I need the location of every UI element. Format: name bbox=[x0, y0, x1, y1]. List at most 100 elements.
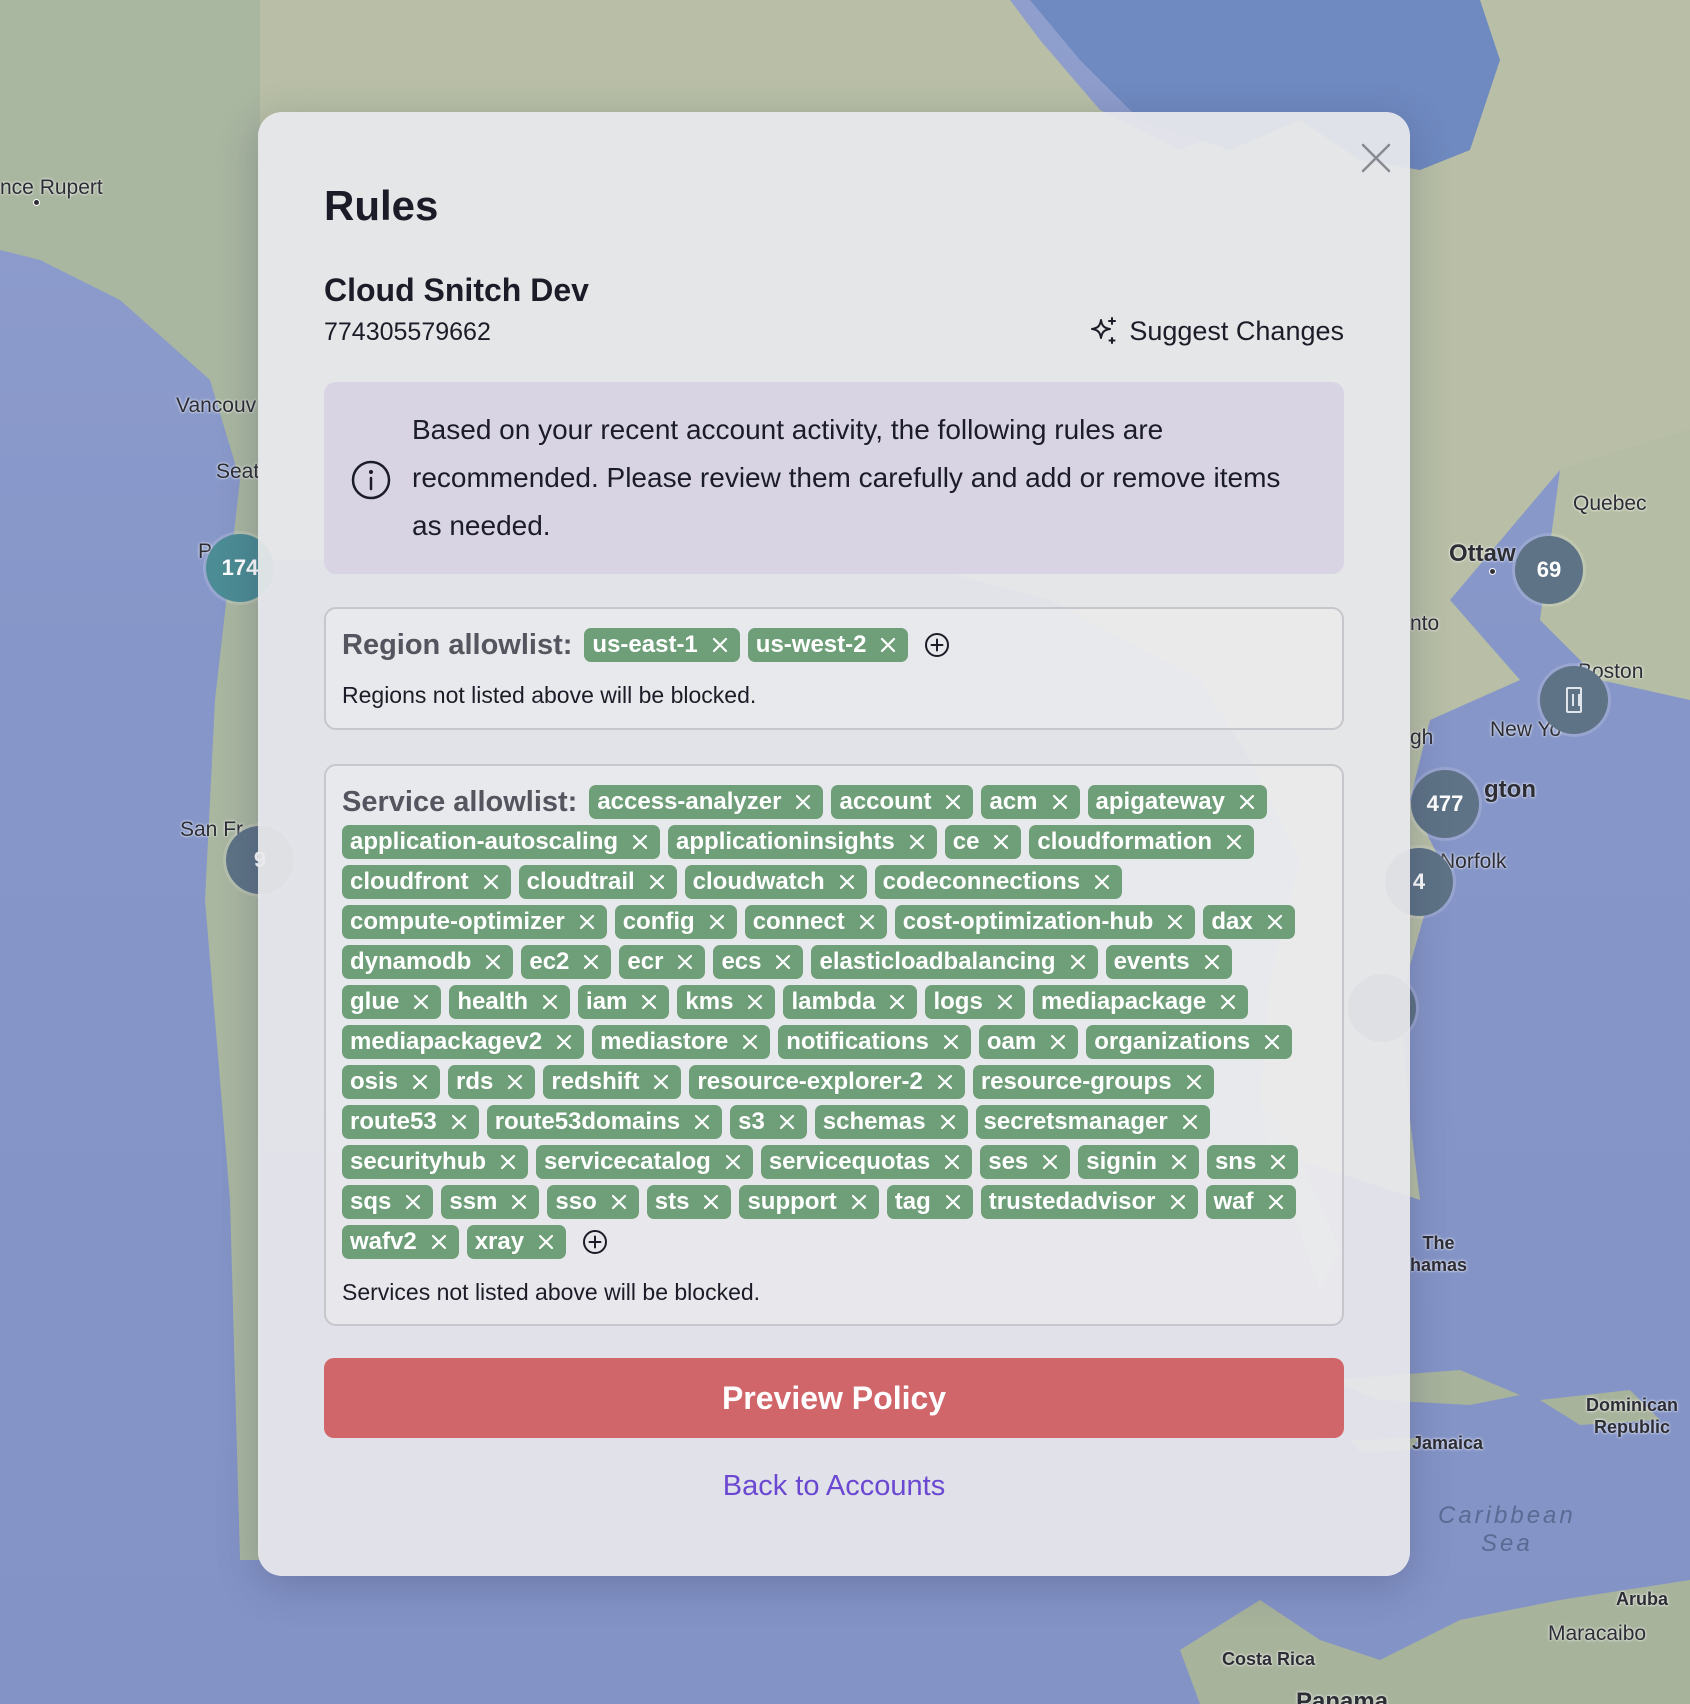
x-icon[interactable] bbox=[943, 1192, 963, 1212]
service-chip: ce bbox=[944, 825, 1022, 859]
x-icon[interactable] bbox=[536, 1232, 556, 1252]
x-icon[interactable] bbox=[793, 792, 813, 812]
service-chip: glue bbox=[342, 985, 442, 1019]
x-icon[interactable] bbox=[1068, 952, 1088, 972]
x-icon[interactable] bbox=[723, 1152, 743, 1172]
x-icon[interactable] bbox=[1237, 792, 1257, 812]
x-icon[interactable] bbox=[1265, 912, 1285, 932]
x-icon[interactable] bbox=[498, 1152, 518, 1172]
x-icon[interactable] bbox=[777, 1112, 797, 1132]
x-icon[interactable] bbox=[941, 1032, 961, 1052]
service-chip: servicequotas bbox=[760, 1145, 973, 1179]
x-icon[interactable] bbox=[907, 832, 927, 852]
plus-circle-icon[interactable] bbox=[580, 1227, 610, 1257]
preview-policy-button[interactable]: Preview Policy bbox=[324, 1358, 1344, 1438]
x-icon[interactable] bbox=[991, 832, 1011, 852]
x-icon[interactable] bbox=[639, 992, 659, 1012]
x-icon[interactable] bbox=[938, 1112, 958, 1132]
service-chip-label: rds bbox=[456, 1068, 494, 1095]
plus-circle-icon[interactable] bbox=[922, 630, 952, 660]
service-chip: s3 bbox=[730, 1105, 807, 1139]
region-allowlist-panel: Region allowlist: us-east-1 us-west-2 Reg… bbox=[324, 607, 1344, 730]
x-icon[interactable] bbox=[675, 952, 695, 972]
x-icon[interactable] bbox=[1262, 1032, 1282, 1052]
service-chip: cloudformation bbox=[1029, 825, 1255, 859]
x-icon[interactable] bbox=[509, 1192, 529, 1212]
service-chip-label: resource-groups bbox=[980, 1068, 1172, 1095]
x-icon[interactable] bbox=[411, 992, 431, 1012]
x-icon[interactable] bbox=[429, 1232, 449, 1252]
x-icon[interactable] bbox=[837, 872, 857, 892]
service-chip: ecs bbox=[713, 945, 804, 979]
x-icon[interactable] bbox=[773, 952, 793, 972]
x-icon[interactable] bbox=[745, 992, 765, 1012]
service-chip: mediapackagev2 bbox=[342, 1025, 585, 1059]
x-icon[interactable] bbox=[1180, 1112, 1200, 1132]
suggest-changes-button[interactable]: Suggest Changes bbox=[1089, 311, 1344, 351]
map-cluster-boston[interactable] bbox=[1540, 666, 1608, 734]
service-chip-label: xray bbox=[474, 1228, 525, 1255]
x-icon[interactable] bbox=[740, 1032, 760, 1052]
service-chip: logs bbox=[925, 985, 1025, 1019]
close-button[interactable] bbox=[1356, 138, 1396, 178]
x-icon[interactable] bbox=[1040, 1152, 1060, 1172]
x-icon[interactable] bbox=[707, 912, 727, 932]
x-icon[interactable] bbox=[403, 1192, 423, 1212]
x-icon[interactable] bbox=[410, 1072, 430, 1092]
x-icon[interactable] bbox=[505, 1072, 525, 1092]
x-icon[interactable] bbox=[577, 912, 597, 932]
x-icon[interactable] bbox=[857, 912, 877, 932]
service-chip: ecr bbox=[619, 945, 706, 979]
service-chip: cloudfront bbox=[342, 865, 511, 899]
x-icon[interactable] bbox=[692, 1112, 712, 1132]
x-icon[interactable] bbox=[481, 872, 501, 892]
x-icon[interactable] bbox=[1266, 1192, 1286, 1212]
service-chip: sso bbox=[547, 1185, 639, 1219]
x-icon[interactable] bbox=[887, 992, 907, 1012]
service-chip: mediapackage bbox=[1032, 985, 1249, 1019]
x-icon[interactable] bbox=[710, 635, 730, 655]
region-chip-label: us-east-1 bbox=[592, 631, 698, 658]
map-label-caribbean-sea: Caribbean Sea bbox=[1438, 1502, 1576, 1557]
x-icon[interactable] bbox=[1224, 832, 1244, 852]
x-icon[interactable] bbox=[651, 1072, 671, 1092]
x-icon[interactable] bbox=[942, 1152, 962, 1172]
x-icon[interactable] bbox=[1202, 952, 1222, 972]
x-icon[interactable] bbox=[1184, 1072, 1204, 1092]
x-icon[interactable] bbox=[540, 992, 560, 1012]
x-icon[interactable] bbox=[1050, 792, 1070, 812]
back-to-accounts-link[interactable]: Back to Accounts bbox=[324, 1470, 1344, 1503]
map-cluster-washington[interactable]: 477 bbox=[1411, 770, 1479, 838]
x-icon[interactable] bbox=[647, 872, 667, 892]
x-icon[interactable] bbox=[935, 1072, 955, 1092]
x-icon[interactable] bbox=[449, 1112, 469, 1132]
x-icon[interactable] bbox=[849, 1192, 869, 1212]
service-chip: signin bbox=[1078, 1145, 1199, 1179]
x-icon[interactable] bbox=[630, 832, 650, 852]
service-chip: dax bbox=[1203, 905, 1295, 939]
service-chip-label: elasticloadbalancing bbox=[819, 948, 1056, 975]
x-icon[interactable] bbox=[609, 1192, 629, 1212]
x-icon[interactable] bbox=[581, 952, 601, 972]
service-chip-label: resource-explorer-2 bbox=[697, 1068, 923, 1095]
x-icon[interactable] bbox=[554, 1032, 574, 1052]
x-icon[interactable] bbox=[1169, 1152, 1189, 1172]
x-icon[interactable] bbox=[1218, 992, 1238, 1012]
x-icon[interactable] bbox=[1268, 1152, 1288, 1172]
x-icon[interactable] bbox=[995, 992, 1015, 1012]
x-icon[interactable] bbox=[1168, 1192, 1188, 1212]
service-chip-label: kms bbox=[685, 988, 734, 1015]
x-icon[interactable] bbox=[943, 792, 963, 812]
x-icon[interactable] bbox=[483, 952, 503, 972]
map-label-ottawa: Ottaw bbox=[1449, 540, 1516, 567]
service-chip: ses bbox=[980, 1145, 1071, 1179]
x-icon[interactable] bbox=[1048, 1032, 1068, 1052]
map-cluster-ottawa[interactable]: 69 bbox=[1515, 536, 1583, 604]
x-icon[interactable] bbox=[1092, 872, 1112, 892]
page-title: Rules bbox=[324, 182, 439, 229]
x-icon[interactable] bbox=[701, 1192, 721, 1212]
x-icon[interactable] bbox=[878, 635, 898, 655]
service-chip-label: notifications bbox=[786, 1028, 929, 1055]
service-chip-label: ecs bbox=[721, 948, 762, 975]
x-icon[interactable] bbox=[1165, 912, 1185, 932]
